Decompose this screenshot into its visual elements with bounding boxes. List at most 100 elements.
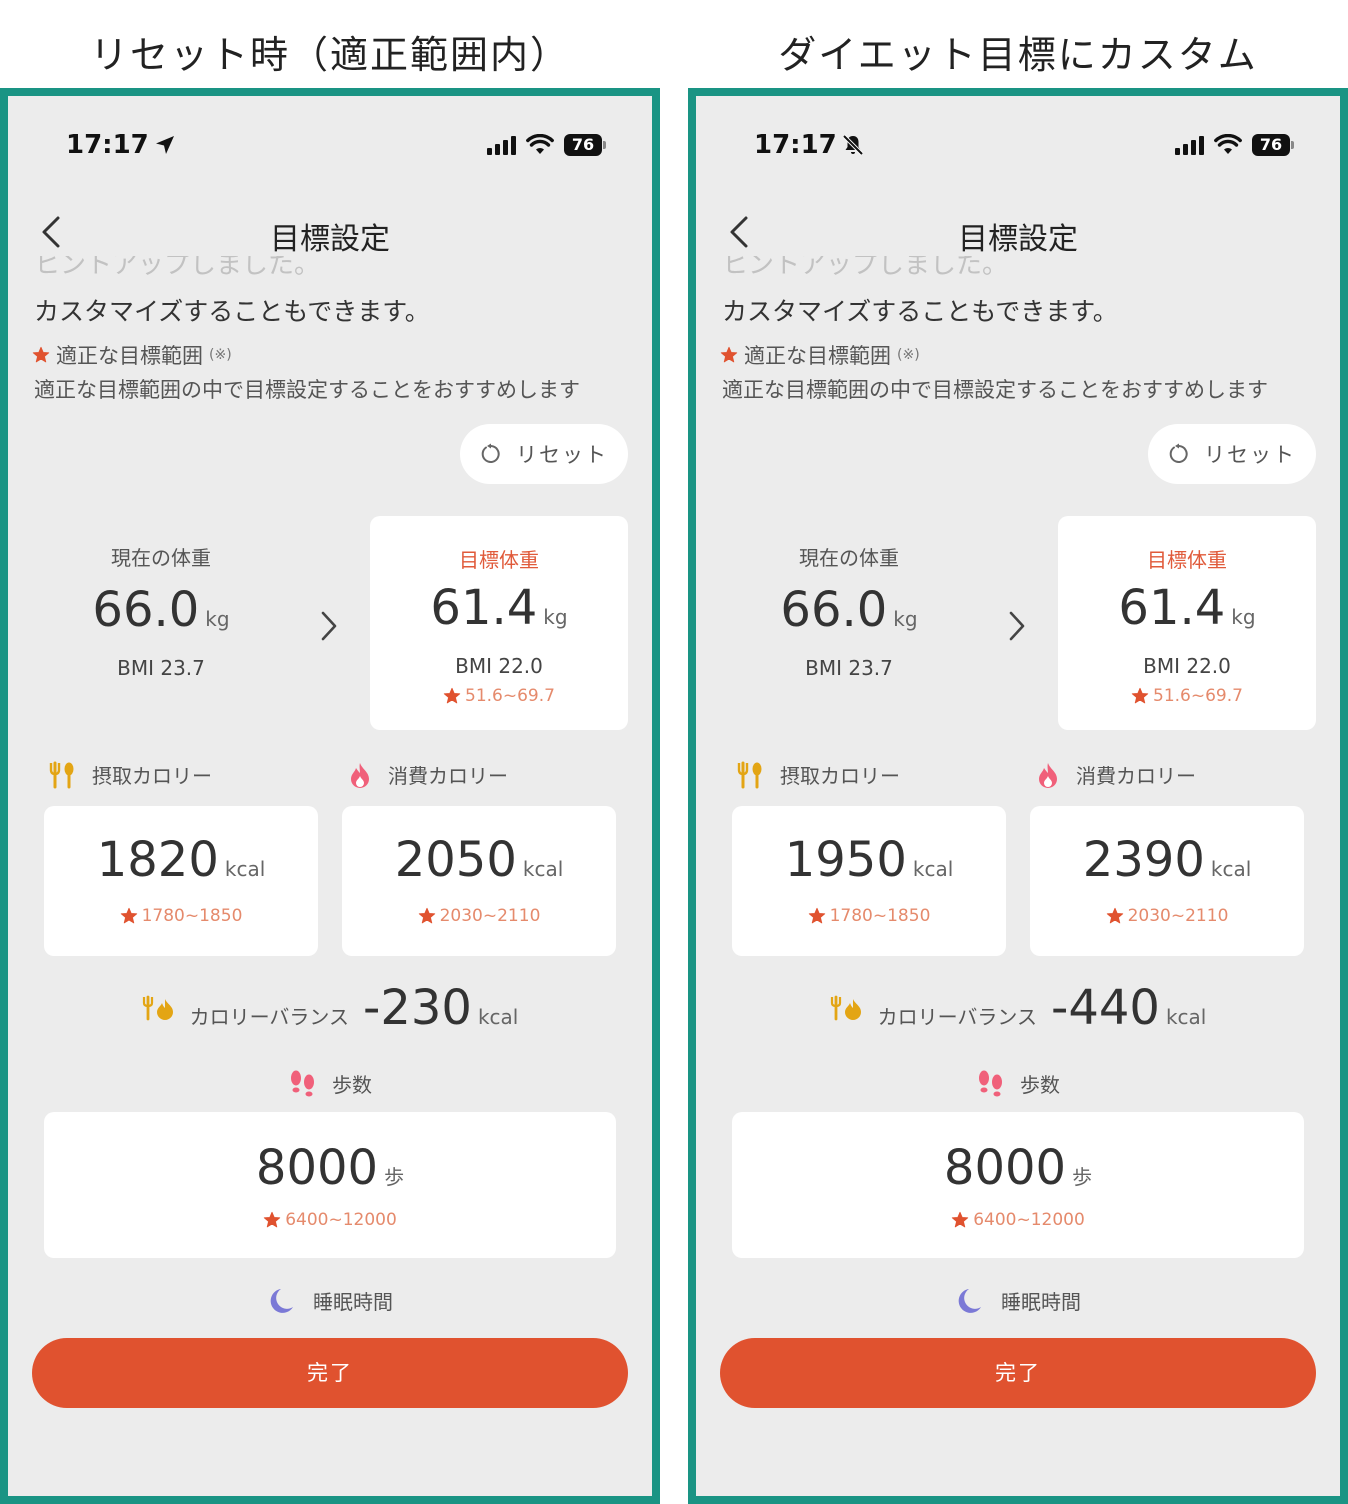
- target-weight-range: 51.6~69.7: [1058, 686, 1316, 706]
- burn-calorie-value-row: 2050 kcal: [342, 832, 616, 888]
- burn-calorie-unit: kcal: [522, 857, 564, 881]
- reset-icon: [481, 443, 500, 463]
- current-weight-value-row: 66.0 kg: [736, 582, 962, 638]
- current-weight-label: 現在の体重: [799, 546, 899, 570]
- steps-label: 歩数: [332, 1072, 372, 1097]
- steps-value-row: 8000 歩: [732, 1140, 1304, 1196]
- steps-label: 歩数: [1020, 1072, 1060, 1097]
- current-bmi: BMI 23.7: [117, 656, 205, 680]
- sleep-label: 睡眠時間: [313, 1290, 393, 1314]
- intake-calorie-header: 摂取カロリー: [48, 760, 212, 789]
- reset-button[interactable]: リセット: [460, 424, 628, 484]
- target-bmi: BMI 22.0: [455, 654, 543, 678]
- intake-calorie-card[interactable]: 1820 kcal 1780~1850: [44, 806, 318, 956]
- intake-calorie-value-row: 1820 kcal: [44, 832, 318, 888]
- intake-calorie-range: 1780~1850: [732, 906, 1006, 926]
- current-weight-value-row: 66.0 kg: [48, 582, 274, 638]
- steps-range: 6400~12000: [44, 1210, 616, 1230]
- current-bmi: BMI 23.7: [805, 656, 893, 680]
- status-time-text: 17:17: [66, 130, 149, 160]
- faded-scroll-text-content: ヒントアップしました。: [722, 256, 1009, 280]
- calorie-balance-value: -230: [363, 980, 472, 1036]
- star-icon: [720, 346, 738, 363]
- chevron-right-icon: [321, 611, 337, 641]
- star-icon: [1131, 687, 1149, 704]
- star-icon: [32, 346, 50, 363]
- description-text: カスタマイズすることもできます。: [722, 297, 1118, 326]
- intake-calorie-range-text: 1780~1850: [829, 906, 931, 926]
- page-title: 目標設定: [958, 222, 1078, 257]
- faded-scroll-text: ヒントアップしました。: [34, 256, 634, 280]
- signal-icon: [487, 135, 516, 155]
- fork-flame-icon: [830, 995, 861, 1021]
- calorie-balance-row: カロリーバランス -230 kcal: [8, 980, 652, 1036]
- moon-icon: [270, 1288, 293, 1313]
- current-weight-value: 66.0: [780, 582, 888, 638]
- steps-range: 6400~12000: [732, 1210, 1304, 1230]
- recommended-range-row: 適正な目標範囲 (※): [720, 340, 920, 370]
- star-icon: [443, 687, 461, 704]
- calorie-balance-label: カロリーバランス: [189, 1005, 350, 1029]
- moon-icon: [958, 1288, 981, 1313]
- chevron-right-icon: [1009, 611, 1025, 641]
- done-button[interactable]: 完了: [720, 1338, 1316, 1408]
- burn-calorie-card[interactable]: 2050 kcal 2030~2110: [342, 806, 616, 956]
- intake-calorie-range: 1780~1850: [44, 906, 318, 926]
- current-weight-value: 66.0: [92, 582, 200, 638]
- target-weight-card[interactable]: 目標体重 61.4 kg BMI 22.0 51.6~69.7: [1058, 516, 1316, 730]
- wifi-icon: [1214, 134, 1242, 154]
- target-bmi: BMI 22.0: [1143, 654, 1231, 678]
- calorie-balance-label: カロリーバランス: [877, 1005, 1038, 1029]
- star-icon: [264, 1211, 281, 1228]
- burn-calorie-range: 2030~2110: [1030, 906, 1304, 926]
- current-weight-unit: kg: [205, 607, 230, 631]
- star-icon: [952, 1211, 969, 1228]
- intake-calorie-card[interactable]: 1950 kcal 1780~1850: [732, 806, 1006, 956]
- status-time: 17:17: [754, 130, 865, 160]
- sleep-label: 睡眠時間: [1001, 1290, 1081, 1314]
- battery-level: 76: [564, 134, 602, 156]
- target-weight-value-row: 61.4 kg: [1058, 580, 1316, 636]
- signal-icon: [1175, 135, 1204, 155]
- intake-calorie-header: 摂取カロリー: [736, 760, 900, 789]
- location-arrow-icon: [155, 136, 174, 154]
- done-button[interactable]: 完了: [32, 1338, 628, 1408]
- target-weight-unit: kg: [543, 605, 568, 629]
- battery-icon: 76: [1252, 134, 1294, 156]
- target-weight-card[interactable]: 目標体重 61.4 kg BMI 22.0 51.6~69.7: [370, 516, 628, 730]
- steps-header: 歩数: [696, 1068, 1340, 1098]
- fork-spoon-icon: [737, 761, 762, 788]
- burn-calorie-value: 2050: [394, 832, 517, 888]
- intake-calorie-unit: kcal: [224, 857, 266, 881]
- page-title: 目標設定: [270, 222, 390, 257]
- fork-spoon-icon: [49, 761, 74, 788]
- reset-button[interactable]: リセット: [1148, 424, 1316, 484]
- reset-button-label: リセット: [1204, 443, 1296, 467]
- target-weight-value: 61.4: [430, 580, 538, 636]
- target-weight-value: 61.4: [1118, 580, 1226, 636]
- target-weight-range: 51.6~69.7: [370, 686, 628, 706]
- battery-level: 76: [1252, 134, 1290, 156]
- caption-reset: リセット時（適正範囲内）: [89, 33, 570, 77]
- recommended-range-description: 適正な目標範囲の中で目標設定することをおすすめします: [722, 378, 1268, 402]
- recommended-range-label: 適正な目標範囲: [744, 344, 891, 368]
- steps-card[interactable]: 8000 歩 6400~12000: [732, 1112, 1304, 1258]
- intake-calorie-value-row: 1950 kcal: [732, 832, 1006, 888]
- calorie-balance-value: -440: [1051, 980, 1160, 1036]
- target-weight-range-text: 51.6~69.7: [1153, 686, 1243, 706]
- intake-calorie-unit: kcal: [912, 857, 954, 881]
- reset-button-label: リセット: [516, 443, 608, 467]
- star-icon: [120, 907, 137, 924]
- status-time: 17:17: [66, 130, 177, 160]
- intake-calorie-value: 1950: [784, 832, 907, 888]
- steps-card[interactable]: 8000 歩 6400~12000: [44, 1112, 616, 1258]
- target-weight-range-text: 51.6~69.7: [465, 686, 555, 706]
- current-weight-unit: kg: [893, 607, 918, 631]
- intake-calorie-value: 1820: [96, 832, 219, 888]
- bell-slash-icon: [842, 134, 864, 156]
- star-icon: [808, 907, 825, 924]
- burn-calorie-card[interactable]: 2390 kcal 2030~2110: [1030, 806, 1304, 956]
- star-icon: [1106, 907, 1123, 924]
- burn-calorie-unit: kcal: [1210, 857, 1252, 881]
- steps-value: 8000: [943, 1140, 1067, 1196]
